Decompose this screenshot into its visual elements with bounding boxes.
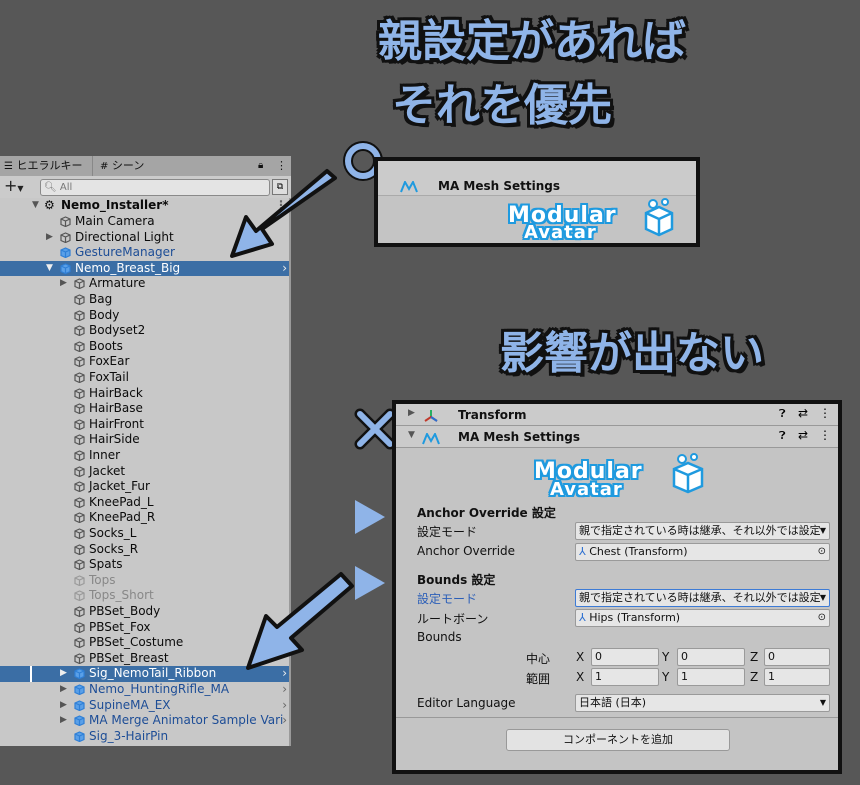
arrow-to-breast [230, 169, 337, 258]
annotation-arrows [230, 169, 354, 670]
arrow-to-ribbon [246, 572, 354, 670]
